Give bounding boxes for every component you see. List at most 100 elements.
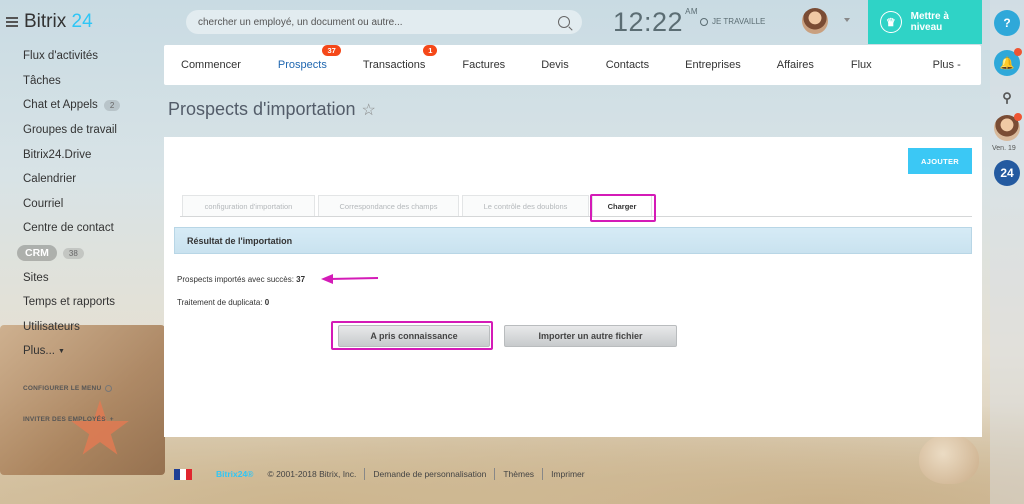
work-status-label: JE TRAVAILLE [712,17,766,26]
sidebar-item-workgroups[interactable]: Groupes de travail [0,118,160,143]
sidebar-item-label: Calendrier [23,173,77,186]
sidebar-item-crm[interactable]: CRM 38 [0,241,160,266]
help-label: ? [1003,16,1011,30]
right-rail: ? 🔔 ⚲ Ven. 19 24 [990,0,1024,504]
sidebar-item-chat[interactable]: Chat et Appels 2 [0,93,160,118]
sidebar-counter: 38 [62,247,84,259]
app-logo[interactable]: Bitrix 24 [6,11,93,33]
tab-label: Commencer [181,59,241,71]
import-steps: configuration d'importation Correspondan… [180,195,972,217]
tab-entreprises[interactable]: Entreprises [685,59,741,71]
menu-icon[interactable] [6,17,18,27]
work-status[interactable]: JE TRAVAILLE [700,17,765,26]
chevron-down-icon: ▼ [57,347,65,355]
imported-count-line: Prospects importés avec succès: 37 [177,275,305,284]
footer-link-customization[interactable]: Demande de personnalisation [373,469,486,479]
page-title-text: Prospects d'importation [168,99,356,119]
left-sidebar: Flux d'activités Tâches Chat et Appels 2 … [0,44,160,423]
highlight-box [590,194,656,222]
configure-menu-link[interactable]: CONFIGURER LE MENU [23,385,113,392]
contact-avatar[interactable] [994,113,1022,141]
sidebar-item-mail[interactable]: Courriel [0,192,160,217]
page-title: Prospects d'importation ☆ [168,99,376,120]
duplicates-label: Traitement de duplicata: [177,298,263,307]
imported-label: Prospects importés avec succès: [177,275,294,284]
tab-label: Factures [462,59,506,71]
footer-link-print[interactable]: Imprimer [551,469,585,479]
sidebar-item-sites[interactable]: Sites [0,265,160,290]
sidebar-item-label: Plus... [23,345,55,358]
tab-flux[interactable]: Flux [851,59,872,71]
tab-contacts[interactable]: Contacts [606,59,649,71]
rail-date: Ven. 19 [992,145,1016,152]
work-status-icon [700,17,708,26]
sidebar-item-users[interactable]: Utilisateurs [0,315,160,340]
tab-label: Devis [541,59,569,71]
logo-text: Bitrix [24,11,67,32]
b24-label: 24 [1000,166,1014,180]
upgrade-label: Mettre à niveau [910,11,949,33]
step-field-mapping[interactable]: Correspondance des champs [318,195,459,216]
sidebar-item-drive[interactable]: Bitrix24.Drive [0,142,160,167]
tab-label: Prospects [277,59,327,71]
sidebar-item-time-reports[interactable]: Temps et rapports [0,290,160,315]
sidebar-item-feed[interactable]: Flux d'activités [0,44,160,69]
sidebar-item-label: Tâches [23,74,61,87]
crown-icon: ♛ [880,11,902,33]
star-icon[interactable]: ☆ [362,100,376,120]
import-other-file-button[interactable]: Importer un autre fichier [504,325,677,347]
tab-label: Affaires [776,59,814,71]
sidebar-item-label: Sites [23,271,49,284]
add-button[interactable]: AJOUTER [908,148,972,174]
sidebar-item-tasks[interactable]: Tâches [0,69,160,94]
background-shell [919,434,979,484]
clock[interactable]: 12:22 AM [613,7,698,38]
sidebar-item-label: Courriel [23,197,64,210]
result-header: Résultat de l'importation [174,227,972,254]
invite-employees-link[interactable]: INVITER DES EMPLOYÉS + [23,416,114,423]
bitrix24-icon[interactable]: 24 [994,160,1020,186]
help-icon[interactable]: ? [994,10,1020,36]
search-icon[interactable] [558,16,570,28]
upgrade-button[interactable]: ♛ Mettre à niveau [868,0,982,44]
footer: Bitrix24® © 2001-2018 Bitrix, Inc. Deman… [174,468,585,480]
tab-label: Plus - [932,59,961,71]
notifications-icon[interactable]: 🔔 [994,48,1022,76]
duplicates-line: Traitement de duplicata: 0 [177,298,269,307]
footer-link-themes[interactable]: Thèmes [503,469,534,479]
tab-transactions[interactable]: Transactions 1 [362,45,438,71]
search-icon[interactable]: ⚲ [994,85,1020,111]
sidebar-item-calendar[interactable]: Calendrier [0,167,160,192]
user-avatar[interactable] [802,8,828,34]
search-bar[interactable] [186,10,582,34]
footer-separator [494,468,496,480]
sidebar-item-contact-center[interactable]: Centre de contact [0,216,160,241]
tab-more[interactable]: Plus - [933,59,961,71]
sidebar-item-more[interactable]: Plus... ▼ [0,339,160,364]
notification-badge [1014,48,1022,56]
tab-commencer[interactable]: Commencer [181,59,241,71]
footer-separator [364,468,366,480]
plus-icon: + [109,416,114,423]
language-flag-icon[interactable] [174,468,192,480]
tab-devis[interactable]: Devis [541,59,569,71]
sidebar-item-label: Utilisateurs [23,320,80,333]
search-input[interactable] [198,16,558,28]
tab-prospects[interactable]: Prospects 37 [277,45,341,71]
step-duplicate-check[interactable]: Le contrôle des doublons [462,195,589,216]
sidebar-item-label: Centre de contact [23,222,114,235]
import-panel: AJOUTER configuration d'importation Corr… [164,137,982,437]
tab-label: Transactions [362,59,426,71]
chevron-down-icon[interactable] [844,18,850,22]
footer-copyright: © 2001-2018 Bitrix, Inc. [267,469,357,479]
gear-icon [105,385,113,392]
duplicates-value: 0 [264,298,270,307]
step-configuration[interactable]: configuration d'importation [182,195,315,216]
tab-factures[interactable]: Factures [462,59,505,71]
tab-affaires[interactable]: Affaires [777,59,814,71]
sidebar-item-label: Flux d'activités [23,50,99,63]
sidebar-item-label: Chat et Appels [23,99,98,112]
sidebar-item-label: Groupes de travail [23,124,117,137]
footer-brand[interactable]: Bitrix24® [216,469,253,479]
sidebar-item-label: CRM [17,245,57,262]
